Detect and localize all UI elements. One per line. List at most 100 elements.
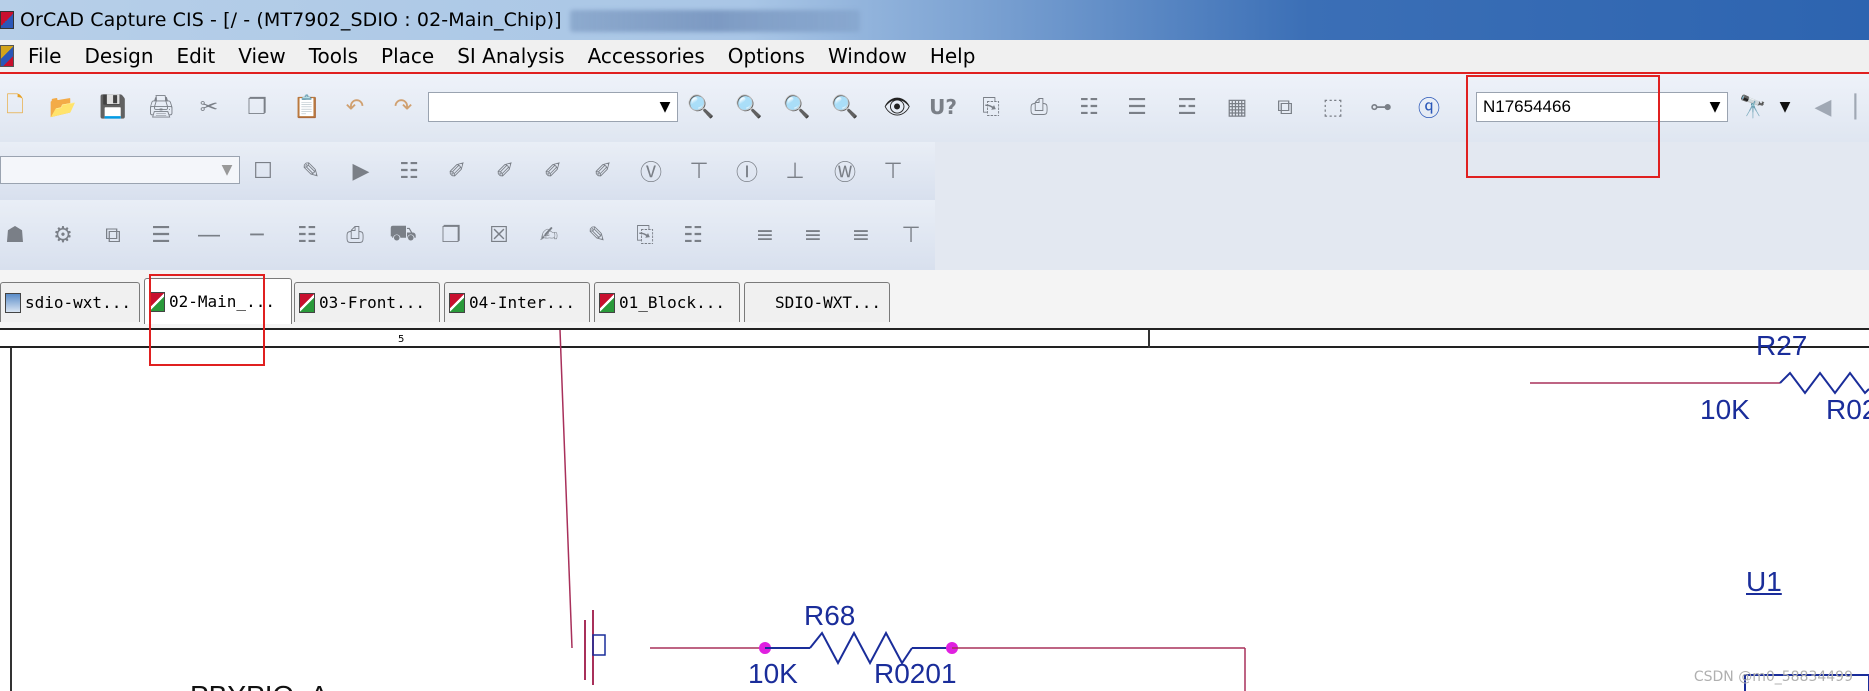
r27-package[interactable]: R02 xyxy=(1826,394,1869,426)
menu-si-analysis[interactable]: SI Analysis xyxy=(457,44,564,68)
r68-reference[interactable]: R68 xyxy=(804,600,855,632)
menu-tools[interactable]: Tools xyxy=(309,44,358,68)
current-probe-icon[interactable]: ✐ xyxy=(538,156,568,186)
run-icon[interactable]: ▶ xyxy=(346,156,376,186)
snap-grid-icon[interactable]: ⧉ xyxy=(1270,92,1300,122)
bill-of-materials-icon[interactable]: ☲ xyxy=(1172,92,1202,122)
view-results-icon[interactable]: ☷ xyxy=(394,156,424,186)
align-top-icon[interactable]: ⊤ xyxy=(896,220,926,250)
delete-part-icon[interactable]: ☒ xyxy=(484,220,514,250)
edit-simulation-icon[interactable]: ✎ xyxy=(296,156,326,186)
bias-w-icon[interactable]: Ⓦ xyxy=(830,156,860,186)
export-icon[interactable]: ⎙ xyxy=(340,220,370,250)
cart-icon[interactable]: ⛟ xyxy=(388,220,418,250)
edit-properties-icon[interactable]: ✎ xyxy=(582,220,612,250)
cis-explorer-icon[interactable]: ☗ xyxy=(0,220,30,250)
area-select-icon[interactable]: ⬚ xyxy=(1318,92,1348,122)
previous-icon[interactable]: ◀ xyxy=(1808,92,1838,122)
netlist-icon[interactable]: ☷ xyxy=(1074,92,1104,122)
help-icon[interactable]: ⓠ xyxy=(1414,92,1444,122)
place-database-part-icon[interactable]: ― xyxy=(194,220,224,250)
copy-part-icon[interactable]: ❐ xyxy=(436,220,466,250)
align-right-icon[interactable]: ≡ xyxy=(846,220,876,250)
zoom-out-icon[interactable]: 🔍 xyxy=(734,92,764,122)
schematic-page-icon xyxy=(449,292,465,313)
undo-icon[interactable]: ↶ xyxy=(340,92,370,122)
zoom-area-icon[interactable]: 🔍 xyxy=(782,92,812,122)
tab-sdio-wxt[interactable]: sdio-wxt... xyxy=(0,282,140,322)
chevron-down-icon[interactable]: ▼ xyxy=(653,99,677,115)
annotate-icon[interactable]: U? xyxy=(928,92,958,122)
zoom-in-icon[interactable]: 🔍 xyxy=(686,92,716,122)
cross-reference-icon[interactable]: ☰ xyxy=(1122,92,1152,122)
profile-combo[interactable]: ▼ xyxy=(0,156,240,184)
report-icon[interactable]: ⎘ xyxy=(630,220,660,250)
next-icon[interactable]: ▏ xyxy=(1848,92,1869,122)
menu-help[interactable]: Help xyxy=(930,44,976,68)
menu-options[interactable]: Options xyxy=(728,44,805,68)
document-menu-icon[interactable] xyxy=(0,45,14,67)
edit-part-icon[interactable]: ✍ xyxy=(534,220,564,250)
probe-icon[interactable]: ✐ xyxy=(442,156,472,186)
menu-window[interactable]: Window xyxy=(828,44,907,68)
bias-v-icon[interactable]: Ⓥ xyxy=(636,156,666,186)
tab-sdio-wxt-2[interactable]: SDIO-WXT... xyxy=(744,282,890,322)
r68-package[interactable]: R0201 xyxy=(874,658,957,690)
menu-design[interactable]: Design xyxy=(84,44,153,68)
align-left-icon[interactable]: ≡ xyxy=(750,220,780,250)
v-marker-icon[interactable]: ⊤ xyxy=(684,156,714,186)
w-marker-icon[interactable]: ⊤ xyxy=(878,156,908,186)
new-simulation-icon[interactable]: ☐ xyxy=(248,156,278,186)
r68-value[interactable]: 10K xyxy=(748,658,798,690)
menu-view[interactable]: View xyxy=(238,44,285,68)
toolbar-empty-area xyxy=(1192,200,1869,270)
paste-icon[interactable]: 📋 xyxy=(292,92,322,122)
back-annotate-icon[interactable]: ⎘ xyxy=(976,92,1006,122)
print-icon[interactable]: 🖨 xyxy=(146,92,176,122)
power-probe-icon[interactable]: ✐ xyxy=(588,156,618,186)
window-title: OrCAD Capture CIS - [/ - (MT7902_SDIO : … xyxy=(20,9,562,31)
chevron-down-icon[interactable]: ▼ xyxy=(215,162,239,178)
cut-icon[interactable]: ✂ xyxy=(194,92,224,122)
chevron-down-icon[interactable]: ▼ xyxy=(1703,99,1727,115)
page-select-icon[interactable]: ▦ xyxy=(1222,92,1252,122)
part-manager-icon[interactable]: ⚙ xyxy=(48,220,78,250)
save-icon[interactable]: 💾 xyxy=(98,92,128,122)
drc-icon[interactable]: ⎙ xyxy=(1024,92,1054,122)
redo-icon[interactable]: ↷ xyxy=(388,92,418,122)
net-label[interactable]: PBYPIO_A xyxy=(190,680,329,691)
hierarchy-icon[interactable]: ⊶ xyxy=(1366,92,1396,122)
menu-place[interactable]: Place xyxy=(381,44,434,68)
eye-icon[interactable]: 👁 xyxy=(882,92,912,122)
binoculars-icon[interactable]: 🔭 xyxy=(1738,92,1768,122)
resistor-r27-symbol[interactable] xyxy=(1779,371,1869,395)
tab-04-inter[interactable]: 04-Inter... xyxy=(444,282,590,322)
open-folder-icon[interactable]: 📂 xyxy=(48,92,78,122)
chevron-down-icon[interactable]: ▼ xyxy=(1770,92,1800,122)
zoom-all-icon[interactable]: 🔍 xyxy=(830,92,860,122)
menu-edit[interactable]: Edit xyxy=(177,44,216,68)
menu-accessories[interactable]: Accessories xyxy=(588,44,705,68)
tab-label: 03-Front... xyxy=(319,293,425,312)
link-database-icon[interactable]: ⧉ xyxy=(98,220,128,250)
align-center-icon[interactable]: ≡ xyxy=(798,220,828,250)
library-icon[interactable]: ☷ xyxy=(292,220,322,250)
u1-reference[interactable]: U1 xyxy=(1746,566,1782,598)
voltage-probe-icon[interactable]: ✐ xyxy=(490,156,520,186)
pin-icon[interactable]: ─ xyxy=(242,220,272,250)
copy-icon[interactable]: ❐ xyxy=(242,92,272,122)
tab-label: 01_Block... xyxy=(619,293,725,312)
i-marker-icon[interactable]: ⊥ xyxy=(780,156,810,186)
tab-01-block[interactable]: 01_Block... xyxy=(594,282,740,322)
bias-i-icon[interactable]: Ⓘ xyxy=(732,156,762,186)
r27-reference[interactable]: R27 xyxy=(1756,330,1807,362)
schematic-page-icon xyxy=(299,292,315,313)
r27-value[interactable]: 10K xyxy=(1700,394,1750,426)
part-combo[interactable]: ▼ xyxy=(428,92,678,122)
tab-03-front[interactable]: 03-Front... xyxy=(294,282,440,322)
highlight-search-box xyxy=(1466,75,1660,178)
new-file-icon[interactable]: 🗋 xyxy=(0,92,30,122)
annotation-icon[interactable]: ☰ xyxy=(146,220,176,250)
menu-file[interactable]: File xyxy=(28,44,61,68)
table-icon[interactable]: ☷ xyxy=(678,220,708,250)
